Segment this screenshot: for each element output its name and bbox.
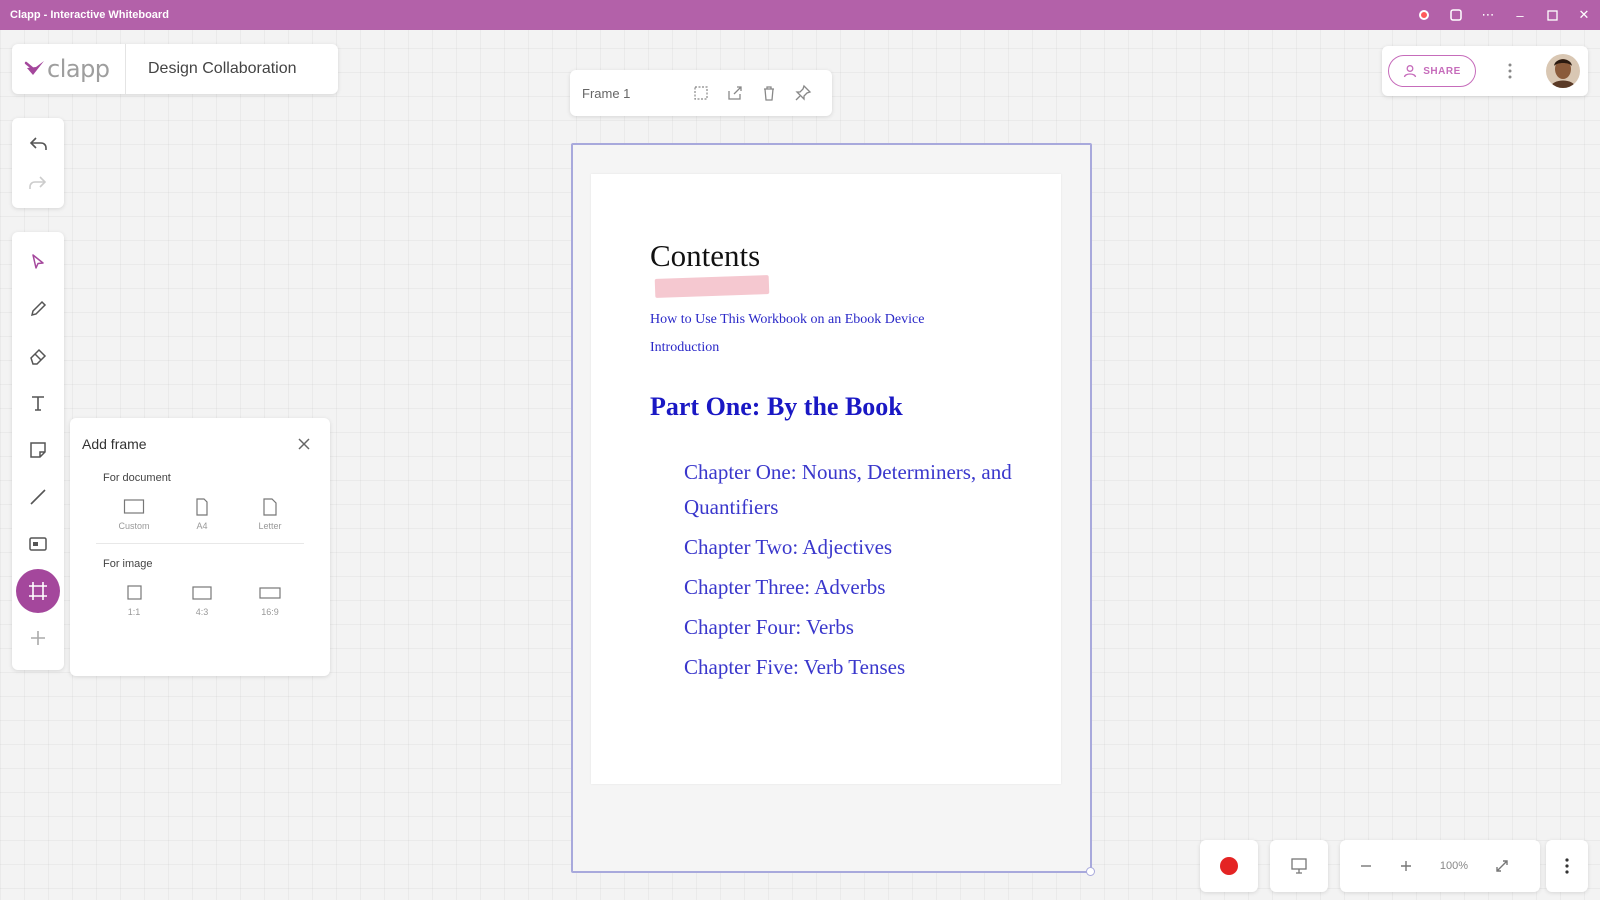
minimize-icon[interactable]: –	[1504, 0, 1536, 30]
window-titlebar: Clapp - Interactive Whiteboard ⋯ – ✕	[0, 0, 1600, 30]
introduction-link[interactable]: Introduction	[650, 340, 719, 356]
fit-screen-icon[interactable]	[1482, 846, 1522, 886]
frame-option-label: 16:9	[261, 607, 279, 617]
clapp-logo-icon	[24, 61, 44, 75]
chapter-link[interactable]: Chapter Four: Verbs	[684, 610, 1024, 645]
widescreen-frame-icon	[259, 587, 281, 599]
add-frame-panel: Add frame For document Custom A4 Letter …	[70, 418, 330, 676]
more-options-icon[interactable]	[1492, 53, 1528, 89]
frame-option-label: Letter	[258, 521, 282, 531]
a4-frame-icon	[196, 498, 208, 516]
present-button[interactable]	[1270, 840, 1328, 892]
custom-frame-icon	[123, 499, 145, 514]
trash-icon[interactable]	[752, 76, 786, 110]
more-vertical-icon	[1565, 858, 1569, 874]
more-menu-button[interactable]	[1546, 840, 1588, 892]
more-horizontal-icon[interactable]: ⋯	[1472, 0, 1504, 30]
zoom-level[interactable]: 100%	[1426, 860, 1482, 872]
highlight-stroke[interactable]	[654, 275, 770, 298]
part-one-link[interactable]: Part One: By the Book	[650, 392, 903, 422]
image-frame-options: 1:1 4:3 16:9	[70, 584, 330, 617]
line-tool-icon[interactable]	[16, 475, 60, 519]
share-label: SHARE	[1423, 65, 1461, 77]
frame-option-custom[interactable]: Custom	[100, 498, 168, 531]
chapter-link[interactable]: Chapter One: Nouns, Determiners, and Qua…	[684, 455, 1024, 525]
undo-icon[interactable]	[16, 126, 60, 162]
workbook-link[interactable]: How to Use This Workbook on an Ebook Dev…	[650, 312, 924, 328]
frame-name[interactable]: Frame 1	[582, 86, 684, 101]
zoom-out-icon[interactable]	[1346, 846, 1386, 886]
board-header: clapp Design Collaboration	[12, 44, 338, 94]
letter-frame-icon	[263, 498, 277, 516]
document-section-label: For document	[103, 472, 171, 484]
history-toolbar	[12, 118, 64, 208]
zoom-controls: 100%	[1340, 840, 1540, 892]
record-icon	[1220, 857, 1238, 875]
logo-text: clapp	[47, 55, 110, 83]
document-frame-options: Custom A4 Letter	[70, 498, 330, 531]
resize-handle[interactable]	[1086, 867, 1095, 876]
avatar[interactable]	[1546, 54, 1580, 88]
board-title[interactable]: Design Collaboration	[126, 60, 297, 78]
divider	[96, 543, 304, 544]
four-three-frame-icon	[192, 586, 212, 600]
pin-icon[interactable]	[786, 76, 820, 110]
frame-tool-icon[interactable]	[16, 568, 60, 613]
frame-option-label: A4	[196, 521, 208, 531]
chapter-link[interactable]: Chapter Five: Verb Tenses	[684, 650, 1024, 685]
zoom-in-icon[interactable]	[1386, 846, 1426, 886]
app-logo[interactable]: clapp	[12, 44, 126, 94]
titlebar-controls: ⋯ – ✕	[1408, 0, 1600, 30]
window-title: Clapp - Interactive Whiteboard	[10, 9, 169, 21]
image-section-label: For image	[103, 558, 153, 570]
close-icon[interactable]	[292, 432, 316, 456]
record-status-icon[interactable]	[1408, 0, 1440, 30]
media-tool-icon[interactable]	[16, 522, 60, 566]
frame-option-16-9[interactable]: 16:9	[236, 584, 304, 617]
frame-option-letter[interactable]: Letter	[236, 498, 304, 531]
tools-toolbar	[12, 232, 64, 670]
close-window-icon[interactable]: ✕	[1568, 0, 1600, 30]
frame-option-4-3[interactable]: 4:3	[168, 584, 236, 617]
share-button[interactable]: SHARE	[1388, 55, 1476, 87]
chapter-list: Chapter One: Nouns, Determiners, and Qua…	[684, 455, 1024, 690]
frame-option-a4[interactable]: A4	[168, 498, 236, 531]
select-frame-icon[interactable]	[684, 76, 718, 110]
user-icon	[1404, 65, 1417, 78]
document-page[interactable]: Contents How to Use This Workbook on an …	[591, 174, 1061, 784]
frame-toolbar: Frame 1	[570, 70, 832, 116]
record-button[interactable]	[1200, 840, 1258, 892]
pen-tool-icon[interactable]	[16, 287, 60, 331]
presentation-icon	[1291, 858, 1307, 874]
frame-option-1-1[interactable]: 1:1	[100, 584, 168, 617]
text-tool-icon[interactable]	[16, 381, 60, 425]
sticky-note-tool-icon[interactable]	[16, 428, 60, 472]
chapter-link[interactable]: Chapter Two: Adjectives	[684, 530, 1024, 565]
frame-option-label: 1:1	[127, 607, 141, 617]
square-frame-icon	[127, 585, 142, 600]
add-tool-icon[interactable]	[16, 616, 60, 660]
chapter-link[interactable]: Chapter Three: Adverbs	[684, 570, 1024, 605]
add-frame-title: Add frame	[82, 436, 147, 452]
redo-icon[interactable]	[16, 165, 60, 201]
export-icon[interactable]	[718, 76, 752, 110]
frame-option-label: 4:3	[195, 607, 209, 617]
eraser-tool-icon[interactable]	[16, 334, 60, 378]
share-panel: SHARE	[1382, 46, 1588, 96]
extension-icon[interactable]	[1440, 0, 1472, 30]
frame-option-label: Custom	[118, 521, 150, 531]
select-tool-icon[interactable]	[16, 240, 60, 284]
contents-title: Contents	[650, 238, 761, 273]
maximize-icon[interactable]	[1536, 0, 1568, 30]
